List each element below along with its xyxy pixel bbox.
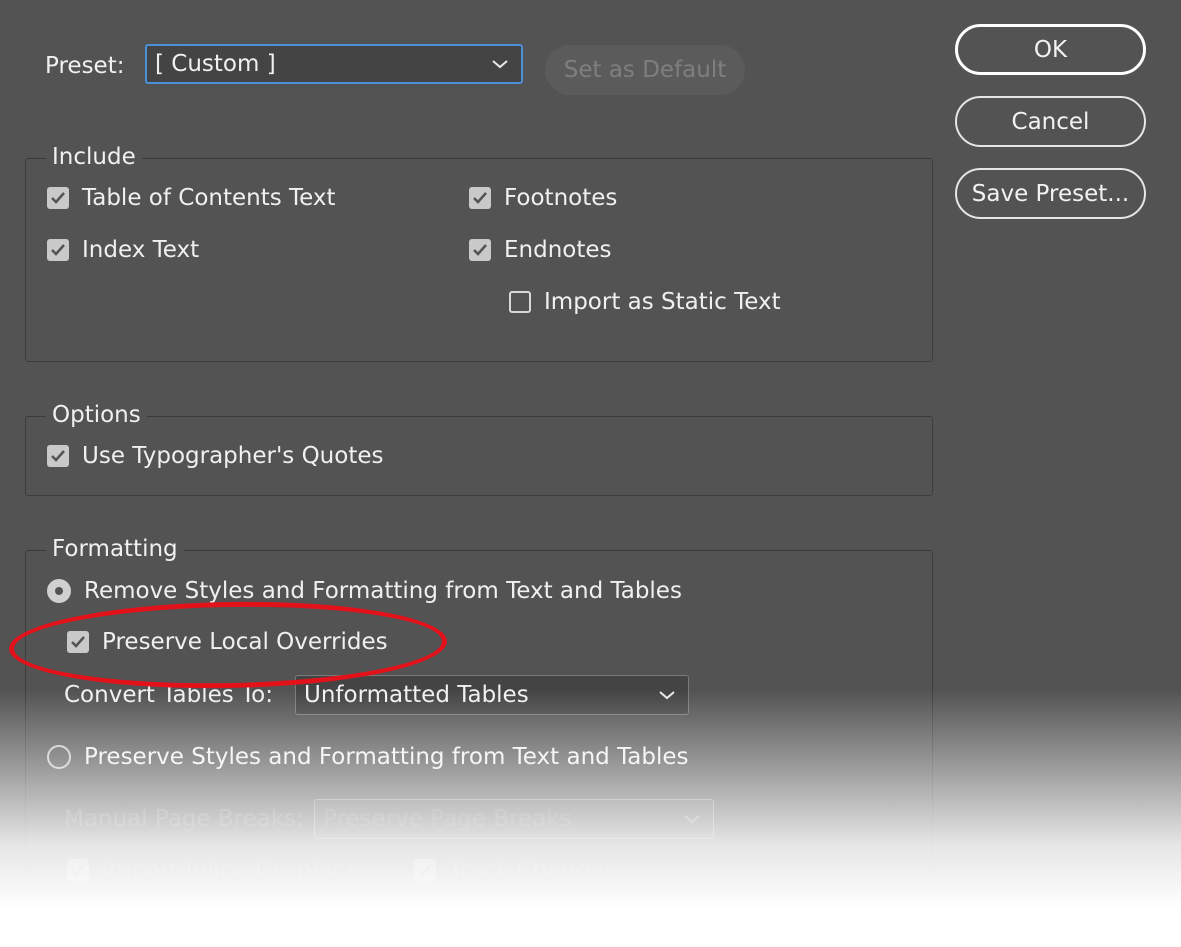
static-text-checkbox[interactable] [509,291,531,313]
checkmark-icon [418,864,432,876]
convert-tables-value: Unformatted Tables [304,682,529,708]
checkmark-icon [71,864,85,876]
checkmark-icon [51,244,65,256]
set-as-default-button[interactable]: Set as Default [545,45,745,95]
inline-graphics-checkbox[interactable] [67,859,89,881]
remove-styles-label: Remove Styles and Formatting from Text a… [84,578,682,604]
include-title: Include [46,143,142,171]
checkmark-icon [473,192,487,204]
checkmark-icon [51,450,65,462]
preserve-styles-label: Preserve Styles and Formatting from Text… [84,744,689,770]
chevron-down-icon [659,691,675,700]
chevron-down-icon [492,60,508,69]
preset-label: Preset: [45,53,125,79]
page-breaks-dropdown[interactable]: Preserve Page Breaks [314,799,714,839]
preset-value: [ Custom ] [155,51,276,77]
checkmark-icon [51,192,65,204]
track-changes-label: Track Changes [449,857,617,883]
footnotes-checkbox[interactable] [469,187,491,209]
toc-text-checkbox[interactable] [47,187,69,209]
save-preset-button[interactable]: Save Preset... [955,168,1146,219]
checkmark-icon [473,244,487,256]
convert-tables-dropdown[interactable]: Unformatted Tables [295,675,689,715]
index-text-checkbox[interactable] [47,239,69,261]
page-breaks-label: Manual Page Breaks: [64,806,304,832]
footnotes-label: Footnotes [504,185,618,211]
cancel-button[interactable]: Cancel [955,96,1146,147]
preserve-styles-radio[interactable] [47,745,71,769]
track-changes-checkbox[interactable] [414,859,436,881]
preset-dropdown[interactable]: [ Custom ] [145,44,523,84]
inline-graphics-label: Import Inline Graphics [102,857,358,883]
formatting-title: Formatting [46,535,184,563]
typographers-quotes-label: Use Typographer's Quotes [82,443,384,469]
page-breaks-value: Preserve Page Breaks [323,806,572,832]
static-text-label: Import as Static Text [544,289,781,315]
endnotes-label: Endnotes [504,237,612,263]
endnotes-checkbox[interactable] [469,239,491,261]
ok-button[interactable]: OK [955,24,1146,75]
index-text-label: Index Text [82,237,200,263]
typographers-quotes-checkbox[interactable] [47,445,69,467]
chevron-down-icon [684,815,700,824]
options-title: Options [46,401,147,429]
remove-styles-radio[interactable] [47,579,71,603]
toc-text-label: Table of Contents Text [82,185,336,211]
